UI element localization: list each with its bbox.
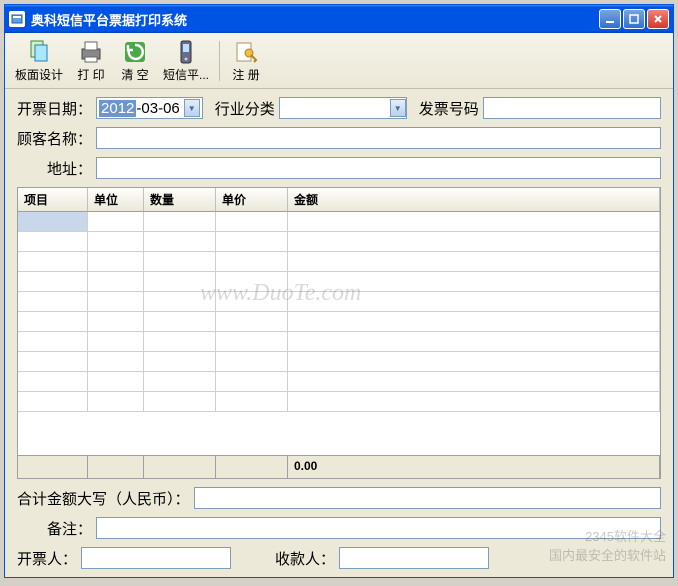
grid-cell[interactable] xyxy=(88,212,144,231)
remark-input[interactable] xyxy=(96,517,661,539)
printer-icon xyxy=(77,38,105,66)
table-row[interactable] xyxy=(18,392,660,412)
table-row[interactable] xyxy=(18,272,660,292)
footer-cell xyxy=(216,456,288,478)
remark-label: 备注： xyxy=(47,518,92,539)
col-item[interactable]: 项目 xyxy=(18,188,88,211)
date-rest: -03-06 xyxy=(136,100,179,117)
issuer-input[interactable] xyxy=(81,547,231,569)
table-row[interactable] xyxy=(18,212,660,232)
minimize-button[interactable] xyxy=(599,9,621,29)
issuer-label: 开票人： xyxy=(17,548,77,569)
design-label: 板面设计 xyxy=(15,66,63,83)
date-picker[interactable]: 2012-03-06 ▼ xyxy=(96,97,203,119)
grid-cell[interactable] xyxy=(18,212,88,231)
app-window: 奥科短信平台票据打印系统 板面设计 打 印 xyxy=(4,4,674,578)
row-date-category: 开票日期： 2012-03-06 ▼ 行业分类 ▼ 发票号码 xyxy=(17,97,661,119)
grid-cell[interactable] xyxy=(144,212,216,231)
date-year: 2012 xyxy=(99,100,136,117)
table-row[interactable] xyxy=(18,312,660,332)
table-row[interactable] xyxy=(18,292,660,312)
invoice-no-input[interactable] xyxy=(483,97,661,119)
category-combo[interactable]: ▼ xyxy=(279,97,407,119)
items-grid: 项目 单位 数量 单价 金额 xyxy=(17,187,661,479)
register-label: 注 册 xyxy=(232,66,259,83)
col-price[interactable]: 单价 xyxy=(216,188,288,211)
customer-label: 顾客名称： xyxy=(17,128,92,149)
sms-button[interactable]: 短信平... xyxy=(157,36,215,85)
total-caps-label: 合计金额大写（人民币）： xyxy=(17,488,190,509)
grid-body[interactable] xyxy=(18,212,660,455)
footer-cell xyxy=(144,456,216,478)
table-row[interactable] xyxy=(18,252,660,272)
refresh-icon xyxy=(121,38,149,66)
grid-cell[interactable] xyxy=(288,212,660,231)
payee-label: 收款人： xyxy=(275,548,335,569)
grid-cell[interactable] xyxy=(216,212,288,231)
table-row[interactable] xyxy=(18,352,660,372)
app-icon xyxy=(9,11,25,27)
category-dropdown-icon[interactable]: ▼ xyxy=(390,99,406,117)
footer-cell xyxy=(18,456,88,478)
grid-footer: 0.00 xyxy=(18,455,660,478)
design-icon xyxy=(25,38,53,66)
table-row[interactable] xyxy=(18,372,660,392)
row-total-caps: 合计金额大写（人民币）： xyxy=(17,487,661,509)
table-row[interactable] xyxy=(18,232,660,252)
date-label: 开票日期： xyxy=(17,98,92,119)
toolbar-separator xyxy=(219,41,220,81)
sms-label: 短信平... xyxy=(163,66,209,83)
row-issuer-payee: 开票人： 收款人： xyxy=(17,547,661,569)
category-label: 行业分类 xyxy=(215,98,275,119)
col-amount[interactable]: 金额 xyxy=(288,188,660,211)
close-button[interactable] xyxy=(647,9,669,29)
register-button[interactable]: 注 册 xyxy=(224,36,268,85)
category-input[interactable] xyxy=(280,98,390,118)
table-row[interactable] xyxy=(18,332,660,352)
print-button[interactable]: 打 印 xyxy=(69,36,113,85)
key-icon xyxy=(232,38,260,66)
phone-icon xyxy=(172,38,200,66)
clear-button[interactable]: 清 空 xyxy=(113,36,157,85)
footer-cell xyxy=(88,456,144,478)
invoice-no-label: 发票号码 xyxy=(419,98,479,119)
footer-total: 0.00 xyxy=(288,456,660,478)
customer-input[interactable] xyxy=(96,127,661,149)
maximize-button[interactable] xyxy=(623,9,645,29)
row-customer: 顾客名称： xyxy=(17,127,661,149)
col-unit[interactable]: 单位 xyxy=(88,188,144,211)
print-label: 打 印 xyxy=(77,66,104,83)
total-caps-input[interactable] xyxy=(194,487,661,509)
address-input[interactable] xyxy=(96,157,661,179)
window-controls xyxy=(599,9,669,29)
row-address: 地址： xyxy=(17,157,661,179)
titlebar: 奥科短信平台票据打印系统 xyxy=(5,5,673,33)
design-button[interactable]: 板面设计 xyxy=(9,36,69,85)
content-area: 开票日期： 2012-03-06 ▼ 行业分类 ▼ 发票号码 顾客名称： 地址：… xyxy=(5,89,673,577)
address-label: 地址： xyxy=(47,158,92,179)
row-remark: 备注： xyxy=(17,517,661,539)
payee-input[interactable] xyxy=(339,547,489,569)
clear-label: 清 空 xyxy=(121,66,148,83)
window-title: 奥科短信平台票据打印系统 xyxy=(31,10,599,29)
toolbar: 板面设计 打 印 清 空 短信平... 注 册 xyxy=(5,33,673,89)
grid-header: 项目 单位 数量 单价 金额 xyxy=(18,188,660,212)
date-dropdown-icon[interactable]: ▼ xyxy=(184,99,200,117)
col-qty[interactable]: 数量 xyxy=(144,188,216,211)
